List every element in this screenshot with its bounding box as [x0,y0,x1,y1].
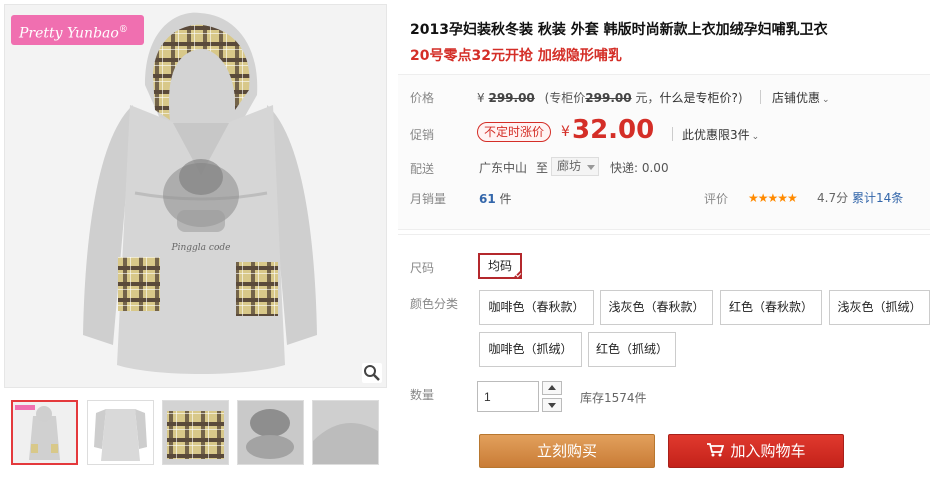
monthly-sales-count: 61 [479,192,496,206]
rating-label: 评价 [704,192,729,206]
product-title: 2013孕妇装秋冬装 秋装 外套 韩版时尚新款上衣加绒孕妇哺乳卫衣 [410,22,828,38]
chevron-down-icon: ⌄ [822,95,830,105]
brand-logo-text: Pretty Yunbao [19,25,119,42]
promo-label: 促销 [410,128,435,142]
caret-down-icon [548,403,556,408]
promo-limit-label: 此优惠限3件 [682,128,750,142]
express-fee: 快递: 0.00 [610,161,669,175]
size-option-label: 均码 [487,259,512,273]
counter-price-prefix: (专柜价 [544,91,586,105]
counter-price-help-link[interactable]: 什么是专柜价? [659,91,737,105]
color-option[interactable]: 浅灰色（春秋款） [600,290,713,325]
caret-down-icon [587,165,595,170]
chevron-down-icon: ⌄ [751,132,760,142]
original-price: ¥ 299.00 (专柜价299.00 元，什么是专柜价?) [477,89,743,106]
monthly-sales-unit: 件 [499,192,512,206]
color-option[interactable]: 红色（春秋款） [720,290,822,325]
quantity-increase-button[interactable] [542,381,562,395]
original-price-value: 299.00 [488,91,535,105]
destination-select[interactable]: 廊坊 [551,157,599,176]
brand-logo: Pretty Yunbao® [11,15,144,45]
check-icon [512,269,522,279]
divider [760,90,761,104]
color-option[interactable]: 咖啡色（春秋款） [479,290,594,325]
shop-offer-dropdown[interactable]: 店铺优惠 ⌄ [772,89,830,106]
promo-price: 32.00 [572,115,655,145]
size-label: 尺码 [410,261,435,275]
product-subtitle: 20号零点32元开抢 加绒隐形哺乳 [410,48,622,64]
registered-mark: ® [118,25,128,35]
counter-price-suffix: 元， [635,91,660,105]
review-count-link[interactable]: 累计14条 [852,189,903,206]
stock-count: 库存1574件 [580,391,647,405]
price-label: 价格 [410,91,435,105]
thumbnail-fabric-detail[interactable] [312,400,379,465]
size-option-selected[interactable]: 均码 [478,253,522,279]
rating-score: 4.7分 [817,191,849,205]
thumbnail-pocket-detail[interactable] [162,400,229,465]
color-option[interactable]: 红色（抓绒） [588,332,676,367]
add-to-cart-label: 加入购物车 [730,442,806,460]
garment-print-text: Pinggla code [171,243,231,253]
buy-now-label: 立刻购买 [536,442,597,460]
divider [672,127,673,141]
monthly-sales: 61 件 [479,190,512,207]
thumbnail-front[interactable] [11,400,78,465]
quantity-label: 数量 [410,388,435,402]
quantity-input[interactable] [477,381,539,412]
shop-offer-label: 店铺优惠 [772,91,821,105]
zoom-icon[interactable] [362,363,382,383]
counter-price-value: 299.00 [585,91,632,105]
rating-stars-icon: ★★★★★ [748,191,798,205]
caret-up-icon [548,385,556,390]
color-option[interactable]: 咖啡色（抓绒） [479,332,582,367]
promo-tag: 不定时涨价 [477,122,552,142]
promo-yen: ¥ [561,124,570,140]
quantity-decrease-button[interactable] [542,398,562,412]
color-label: 颜色分类 [410,297,459,311]
destination-value: 廊坊 [557,159,582,173]
divider [398,234,930,235]
main-product-image[interactable]: Pinggla code Pretty Yunbao® [4,4,387,388]
add-to-cart-button[interactable]: 加入购物车 [668,434,844,468]
thumbnail-back[interactable] [87,400,154,465]
shipping-to: 至 [536,161,549,175]
color-option[interactable]: 浅灰色（抓绒） [829,290,930,325]
original-price-yen: ¥ [477,91,485,105]
promo-limit-dropdown[interactable]: 此优惠限3件 ⌄ [682,126,759,143]
monthly-sales-label: 月销量 [410,192,447,206]
shipping-origin: 广东中山 [479,161,528,175]
shipping-label: 配送 [410,162,435,176]
thumbnail-print-detail[interactable] [237,400,304,465]
buy-now-button[interactable]: 立刻购买 [479,434,655,468]
counter-price-close: ) [737,91,743,105]
hoodie-illustration: Pinggla code [83,12,317,374]
shopping-cart-icon [706,436,725,468]
